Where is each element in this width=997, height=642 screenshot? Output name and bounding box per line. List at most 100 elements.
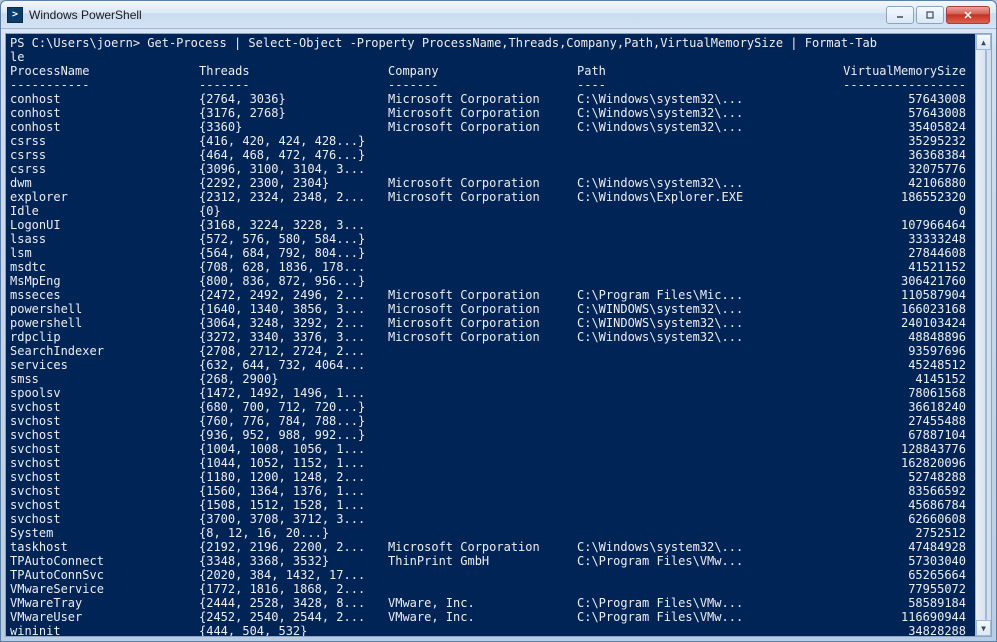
cell-processname: conhost — [10, 120, 199, 134]
cell-vmsize: 67887104 — [836, 428, 966, 442]
titlebar[interactable]: Windows PowerShell — [1, 1, 996, 29]
cell-vmsize: 32075776 — [836, 162, 966, 176]
cell-vmsize: 33333248 — [836, 232, 966, 246]
cell-company: VMware, Inc. — [388, 610, 577, 624]
cell-vmsize: 36618240 — [836, 400, 966, 414]
column-underline: ------- — [388, 78, 577, 92]
table-row: VMwareService{1772, 1816, 1868, 2...7795… — [10, 582, 971, 596]
maximize-button[interactable] — [916, 6, 944, 24]
cell-processname: msdtc — [10, 260, 199, 274]
table-row: svchost{1180, 1200, 1248, 2...52748288 — [10, 470, 971, 484]
column-header: VirtualMemorySize — [836, 64, 966, 78]
cell-threads: {936, 952, 988, 992...} — [199, 428, 388, 442]
cell-threads: {3168, 3224, 3228, 3... — [199, 218, 388, 232]
table-row: VMwareUser{2452, 2540, 2544, 2...VMware,… — [10, 610, 971, 624]
table-row: MsMpEng{800, 836, 872, 956...}306421760 — [10, 274, 971, 288]
cell-path: C:\WINDOWS\system32\... — [577, 316, 836, 330]
cell-processname: taskhost — [10, 540, 199, 554]
table-row: svchost{936, 952, 988, 992...}67887104 — [10, 428, 971, 442]
cell-company: Microsoft Corporation — [388, 540, 577, 554]
cell-processname: spoolsv — [10, 386, 199, 400]
cell-processname: powershell — [10, 316, 199, 330]
column-header: Path — [577, 64, 836, 78]
cell-company: Microsoft Corporation — [388, 288, 577, 302]
table-row: csrss{3096, 3100, 3104, 3...32075776 — [10, 162, 971, 176]
cell-threads: {3272, 3340, 3376, 3... — [199, 330, 388, 344]
cell-processname: lsm — [10, 246, 199, 260]
cell-vmsize: 0 — [836, 204, 966, 218]
cell-vmsize: 27455488 — [836, 414, 966, 428]
cell-threads: {1004, 1008, 1056, 1... — [199, 442, 388, 456]
cell-company: Microsoft Corporation — [388, 330, 577, 344]
cell-threads: {2192, 2196, 2200, 2... — [199, 540, 388, 554]
cell-vmsize: 62660608 — [836, 512, 966, 526]
cell-processname: rdpclip — [10, 330, 199, 344]
cell-threads: {3348, 3368, 3532} — [199, 554, 388, 568]
table-row: conhost{3176, 2768}Microsoft Corporation… — [10, 106, 971, 120]
cell-vmsize: 34828288 — [836, 624, 966, 636]
cell-threads: {2020, 384, 1432, 17... — [199, 568, 388, 582]
console-area: PS C:\Users\joern> Get-Process | Select-… — [5, 33, 992, 637]
cell-threads: {3176, 2768} — [199, 106, 388, 120]
table-row: svchost{1508, 1512, 1528, 1...45686784 — [10, 498, 971, 512]
cell-company: VMware, Inc. — [388, 596, 577, 610]
column-underline: ---- — [577, 78, 836, 92]
column-header: Company — [388, 64, 577, 78]
cell-processname: svchost — [10, 442, 199, 456]
cell-threads: {2764, 3036} — [199, 92, 388, 106]
cell-threads: {1640, 1340, 3856, 3... — [199, 302, 388, 316]
table-row: System{8, 12, 16, 20...}2752512 — [10, 526, 971, 540]
cell-threads: {564, 684, 792, 804...} — [199, 246, 388, 260]
table-row: explorer{2312, 2324, 2348, 2...Microsoft… — [10, 190, 971, 204]
cell-vmsize: 35405824 — [836, 120, 966, 134]
cell-threads: {416, 420, 424, 428...} — [199, 134, 388, 148]
table-row: spoolsv{1472, 1492, 1496, 1...78061568 — [10, 386, 971, 400]
cell-processname: conhost — [10, 106, 199, 120]
vertical-scrollbar[interactable]: ▲ ▼ — [975, 34, 991, 636]
cell-vmsize: 240103424 — [836, 316, 966, 330]
console-output[interactable]: PS C:\Users\joern> Get-Process | Select-… — [6, 34, 975, 636]
cell-threads: {3700, 3708, 3712, 3... — [199, 512, 388, 526]
cell-vmsize: 41521152 — [836, 260, 966, 274]
cell-threads: {760, 776, 784, 788...} — [199, 414, 388, 428]
scroll-thumb[interactable] — [985, 50, 987, 620]
table-row: svchost{760, 776, 784, 788...}27455488 — [10, 414, 971, 428]
scroll-down-button[interactable]: ▼ — [976, 620, 991, 636]
table-row: rdpclip{3272, 3340, 3376, 3...Microsoft … — [10, 330, 971, 344]
cell-company: Microsoft Corporation — [388, 316, 577, 330]
cell-processname: msseces — [10, 288, 199, 302]
cell-threads: {464, 468, 472, 476...} — [199, 148, 388, 162]
cell-path: C:\Program Files\Mic... — [577, 288, 836, 302]
cell-processname: conhost — [10, 92, 199, 106]
cell-vmsize: 77955072 — [836, 582, 966, 596]
table-row: dwm{2292, 2300, 2304}Microsoft Corporati… — [10, 176, 971, 190]
cell-path: C:\Program Files\VMw... — [577, 596, 836, 610]
cell-path: C:\Windows\system32\... — [577, 106, 836, 120]
cell-vmsize: 48848896 — [836, 330, 966, 344]
cell-vmsize: 2752512 — [836, 526, 966, 540]
cell-processname: VMwareTray — [10, 596, 199, 610]
cell-threads: {2708, 2712, 2724, 2... — [199, 344, 388, 358]
cell-processname: csrss — [10, 134, 199, 148]
cell-processname: wininit — [10, 624, 199, 636]
cell-processname: TPAutoConnect — [10, 554, 199, 568]
cell-threads: {632, 644, 732, 4064... — [199, 358, 388, 372]
close-button[interactable] — [946, 6, 990, 24]
cell-path: C:\Windows\system32\... — [577, 92, 836, 106]
cell-threads: {1772, 1816, 1868, 2... — [199, 582, 388, 596]
cell-threads: {3064, 3248, 3292, 2... — [199, 316, 388, 330]
cell-path: C:\Program Files\VMw... — [577, 554, 836, 568]
table-row: VMwareTray{2444, 2528, 3428, 8...VMware,… — [10, 596, 971, 610]
cell-vmsize: 78061568 — [836, 386, 966, 400]
cell-vmsize: 110587904 — [836, 288, 966, 302]
scroll-up-button[interactable]: ▲ — [976, 34, 991, 50]
table-row: svchost{1044, 1052, 1152, 1...162820096 — [10, 456, 971, 470]
table-row: taskhost{2192, 2196, 2200, 2...Microsoft… — [10, 540, 971, 554]
cell-vmsize: 47484928 — [836, 540, 966, 554]
cell-processname: csrss — [10, 162, 199, 176]
cell-vmsize: 57643008 — [836, 106, 966, 120]
cell-threads: {3360} — [199, 120, 388, 134]
minimize-button[interactable] — [886, 6, 914, 24]
cell-company: Microsoft Corporation — [388, 302, 577, 316]
cell-vmsize: 35295232 — [836, 134, 966, 148]
